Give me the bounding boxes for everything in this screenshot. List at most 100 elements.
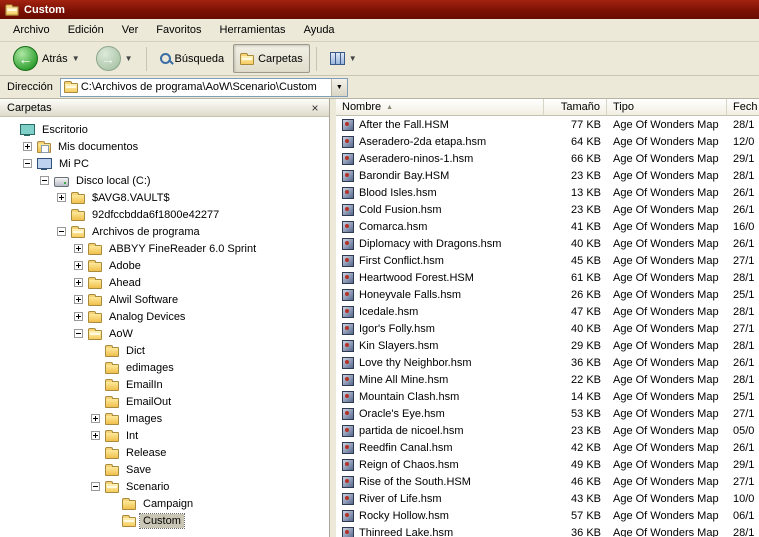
file-row-reedfin-canal-hsm[interactable]: Reedfin Canal.hsm 42 KB Age Of Wonders Map… [336, 439, 759, 456]
file-name: After the Fall.HSM [359, 118, 449, 131]
menu-favoritos[interactable]: Favoritos [147, 21, 210, 39]
file-row-icedale-hsm[interactable]: Icedale.hsm 47 KB Age Of Wonders Map 28/1 [336, 303, 759, 320]
map-file-icon [342, 441, 354, 454]
tree-item-images[interactable]: Images [0, 410, 329, 427]
file-row-thinreed-lake-hsm[interactable]: Thinreed Lake.hsm 36 KB Age Of Wonders Map… [336, 524, 759, 537]
file-row-kin-slayers-hsm[interactable]: Kin Slayers.hsm 29 KB Age Of Wonders Map 28… [336, 337, 759, 354]
tree-item-abbyy-finereader-6-0-sprint[interactable]: ABBYY FineReader 6.0 Sprint [0, 240, 329, 257]
forward-button[interactable]: → ▼ [89, 44, 140, 73]
file-row-mountain-clash-hsm[interactable]: Mountain Clash.hsm 14 KB Age Of Wonders Ma… [336, 388, 759, 405]
tree-item-ahead[interactable]: Ahead [0, 274, 329, 291]
menu-archivo[interactable]: Archivo [4, 21, 59, 39]
file-size-cell: 36 KB [571, 526, 601, 537]
folder-icon [88, 310, 102, 323]
tree-item-scenario[interactable]: Scenario [0, 478, 329, 495]
views-button[interactable]: ▼ [323, 44, 364, 73]
file-row-barondir-bay-hsm[interactable]: Barondir Bay.HSM 23 KB Age Of Wonders Map 2… [336, 167, 759, 184]
file-row-heartwood-forest-hsm[interactable]: Heartwood Forest.HSM 61 KB Age Of Wonders … [336, 269, 759, 286]
file-row-oracle-s-eye-hsm[interactable]: Oracle's Eye.hsm 53 KB Age Of Wonders Map 2… [336, 405, 759, 422]
collapse-icon[interactable] [23, 159, 32, 168]
file-row-aseradero-2da-etapa-hsm[interactable]: Aseradero-2da etapa.hsm 64 KB Age Of Wonde… [336, 133, 759, 150]
expand-icon[interactable] [74, 278, 83, 287]
expand-icon[interactable] [74, 244, 83, 253]
collapse-icon[interactable] [74, 329, 83, 338]
collapse-icon[interactable] [91, 482, 100, 491]
tree-item-adobe[interactable]: Adobe [0, 257, 329, 274]
tree-item-mis-documentos[interactable]: Mis documentos [0, 138, 329, 155]
map-file-icon [342, 220, 354, 233]
map-file-icon [342, 322, 354, 335]
file-row-partida-de-nicoel-hsm[interactable]: partida de nicoel.hsm 23 KB Age Of Wonders… [336, 422, 759, 439]
file-row-rocky-hollow-hsm[interactable]: Rocky Hollow.hsm 57 KB Age Of Wonders Map 0… [336, 507, 759, 524]
tree-item-save[interactable]: Save [0, 461, 329, 478]
tree-item-label: Analog Devices [109, 310, 186, 323]
tree-item-analog-devices[interactable]: Analog Devices [0, 308, 329, 325]
file-type-cell: Age Of Wonders Map [613, 526, 719, 537]
forward-dropdown-icon[interactable]: ▼ [125, 54, 133, 63]
collapse-icon[interactable] [57, 227, 66, 236]
expand-icon[interactable] [57, 193, 66, 202]
tree-item-int[interactable]: Int [0, 427, 329, 444]
expand-icon[interactable] [74, 312, 83, 321]
tree-item-dict[interactable]: Dict [0, 342, 329, 359]
expand-icon[interactable] [91, 414, 100, 423]
file-row-igor-s-folly-hsm[interactable]: Igor's Folly.hsm 40 KB Age Of Wonders Map 2… [336, 320, 759, 337]
back-dropdown-icon[interactable]: ▼ [72, 54, 80, 63]
search-button[interactable]: Búsqueda [153, 44, 232, 73]
tree-item-edimages[interactable]: edimages [0, 359, 329, 376]
tree-item-disco-local-c[interactable]: Disco local (C:) [0, 172, 329, 189]
file-row-diplomacy-with-dragons-hsm[interactable]: Diplomacy with Dragons.hsm 40 KB Age Of Wo… [336, 235, 759, 252]
file-date-cell: 27/1 [733, 254, 755, 267]
file-row-honeyvale-falls-hsm[interactable]: Honeyvale Falls.hsm 26 KB Age Of Wonders M… [336, 286, 759, 303]
tree-item-custom[interactable]: Custom [0, 512, 329, 529]
column-header-tama-o[interactable]: Tamaño [544, 99, 607, 116]
file-size-cell: 57 KB [571, 509, 601, 522]
menu-edici-n[interactable]: Edición [59, 21, 113, 39]
menu-ayuda[interactable]: Ayuda [295, 21, 344, 39]
file-name: Thinreed Lake.hsm [359, 526, 454, 537]
file-row-blood-isles-hsm[interactable]: Blood Isles.hsm 13 KB Age Of Wonders Map 26… [336, 184, 759, 201]
titlebar[interactable]: Custom [0, 0, 759, 19]
computer-icon [37, 157, 52, 170]
expand-icon[interactable] [74, 261, 83, 270]
expand-icon[interactable] [23, 142, 32, 151]
tree-item-mi-pc[interactable]: Mi PC [0, 155, 329, 172]
folders-button-label: Carpetas [258, 52, 303, 65]
tree-item-archivos-de-programa[interactable]: Archivos de programa [0, 223, 329, 240]
tree-item-release[interactable]: Release [0, 444, 329, 461]
file-row-rise-of-the-south-hsm[interactable]: Rise of the South.HSM 46 KB Age Of Wonders… [336, 473, 759, 490]
file-row-comarca-hsm[interactable]: Comarca.hsm 41 KB Age Of Wonders Map 16/0 [336, 218, 759, 235]
file-row-after-the-fall-hsm[interactable]: After the Fall.HSM 77 KB Age Of Wonders Ma… [336, 116, 759, 133]
tree-item-avg8-vault[interactable]: $AVG8.VAULT$ [0, 189, 329, 206]
column-header-tipo[interactable]: Tipo [607, 99, 727, 116]
file-type-cell: Age Of Wonders Map [613, 237, 719, 250]
address-dropdown-icon[interactable]: ▼ [330, 78, 347, 96]
column-header-fech[interactable]: Fech [727, 99, 759, 116]
folders-button[interactable]: Carpetas [233, 44, 310, 73]
tree-item-92dfccbdda6f1800e42277[interactable]: 92dfccbdda6f1800e42277 [0, 206, 329, 223]
file-row-cold-fusion-hsm[interactable]: Cold Fusion.hsm 23 KB Age Of Wonders Map 26… [336, 201, 759, 218]
views-dropdown-icon[interactable]: ▼ [349, 54, 357, 63]
file-row-river-of-life-hsm[interactable]: River of Life.hsm 43 KB Age Of Wonders Map… [336, 490, 759, 507]
menu-ver[interactable]: Ver [113, 21, 148, 39]
file-row-love-thy-neighbor-hsm[interactable]: Love thy Neighbor.hsm 36 KB Age Of Wonders… [336, 354, 759, 371]
file-row-mine-all-mine-hsm[interactable]: Mine All Mine.hsm 22 KB Age Of Wonders Map… [336, 371, 759, 388]
address-field[interactable]: ▼ [59, 77, 348, 97]
tree-item-emailin[interactable]: EmailIn [0, 376, 329, 393]
file-row-reign-of-chaos-hsm[interactable]: Reign of Chaos.hsm 49 KB Age Of Wonders Ma… [336, 456, 759, 473]
tree-item-emailout[interactable]: EmailOut [0, 393, 329, 410]
close-icon[interactable]: × [308, 102, 322, 114]
tree-item-aow[interactable]: AoW [0, 325, 329, 342]
file-row-first-conflict-hsm[interactable]: First Conflict.hsm 45 KB Age Of Wonders Ma… [336, 252, 759, 269]
column-header-nombre[interactable]: Nombre ▲ [336, 99, 544, 116]
expand-icon[interactable] [91, 431, 100, 440]
address-input[interactable] [80, 79, 328, 95]
tree-item-alwil-software[interactable]: Alwil Software [0, 291, 329, 308]
back-button[interactable]: ← Atrás ▼ [6, 44, 87, 73]
collapse-icon[interactable] [40, 176, 49, 185]
file-row-aseradero-ninos-1-hsm[interactable]: Aseradero-ninos-1.hsm 66 KB Age Of Wonders… [336, 150, 759, 167]
tree-item-campaign[interactable]: Campaign [0, 495, 329, 512]
tree-item-escritorio[interactable]: Escritorio [0, 121, 329, 138]
expand-icon[interactable] [74, 295, 83, 304]
menu-herramientas[interactable]: Herramientas [211, 21, 295, 39]
